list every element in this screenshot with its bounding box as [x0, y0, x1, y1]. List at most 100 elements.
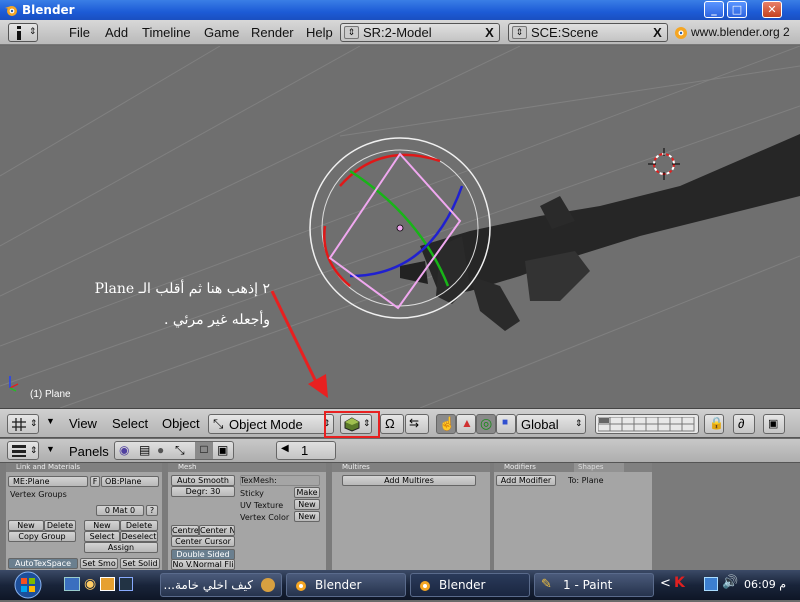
close-button[interactable]: ✕ [762, 1, 782, 18]
scene-dropdown-icon[interactable]: ⇕ [512, 26, 527, 39]
media-quicklaunch-icon[interactable] [119, 577, 133, 591]
chevron-updown-icon: ⇕ [30, 445, 38, 455]
lock-layers-button[interactable]: 🔒 [704, 414, 724, 434]
swap-arrows-icon: ⇆ [409, 416, 420, 430]
collapse-triangle-icon[interactable]: ▼ [46, 444, 55, 454]
set-solid-button[interactable]: Set Solid [120, 558, 160, 569]
no-vnormal-flip-toggle[interactable]: No V.Normal Fli [171, 559, 235, 570]
auto-smooth-toggle[interactable]: Auto Smooth [171, 475, 235, 486]
material-select-button[interactable]: Select [84, 531, 120, 542]
material-index-field[interactable]: 0 Mat 0 [96, 505, 144, 516]
manipulator-toggle[interactable]: ☝ [436, 414, 456, 434]
vgroup-delete-button[interactable]: Delete [44, 520, 76, 531]
task-forum-browser[interactable]: كيف اخلي خامة... [160, 573, 282, 597]
modifiers-tab[interactable]: Modifiers [494, 463, 652, 472]
center-cursor-button[interactable]: Center Cursor [171, 536, 235, 547]
viewport-editor-type-button[interactable]: ⇕ [7, 414, 39, 434]
screen-close-button[interactable]: X [482, 25, 497, 40]
buttons-panels-area: Link and Materials ME:Plane F OB:Plane V… [0, 463, 800, 570]
menu-object[interactable]: Object [162, 416, 200, 431]
translate-manipulator-button[interactable]: ▲ [456, 414, 476, 434]
material-delete-button[interactable]: Delete [120, 520, 158, 531]
menu-help[interactable]: Help [306, 25, 333, 40]
object-icon[interactable]: ⤡ [175, 443, 185, 458]
proportional-edit-button[interactable]: ⇆ [405, 414, 429, 434]
material-deselect-button[interactable]: Deselect [120, 531, 158, 542]
shading-icon[interactable]: ● [157, 443, 164, 457]
image-icon: ▣ [768, 418, 779, 430]
collapse-triangle-icon[interactable]: ▼ [46, 416, 55, 426]
scene-selector[interactable]: ⇕ SCE:Scene X [508, 23, 668, 42]
tray-expand-icon[interactable]: < [660, 576, 671, 591]
task-blender-2[interactable]: Blender [410, 573, 530, 597]
minimize-button[interactable]: _ [704, 1, 724, 18]
task-blender-1[interactable]: Blender [286, 573, 406, 597]
scene-close-button[interactable]: X [650, 25, 665, 40]
task-paint[interactable]: ✎ 1 - Paint [534, 573, 654, 597]
menu-render[interactable]: Render [251, 25, 294, 40]
menu-view[interactable]: View [69, 416, 97, 431]
show-desktop-icon[interactable] [64, 577, 80, 591]
buttons-editor-type-button[interactable]: ⇕ [7, 441, 39, 460]
window-title-bar: Blender _ □ ✕ [0, 0, 800, 20]
frame-counter[interactable]: ◀ 1 [276, 441, 336, 460]
fake-user-button[interactable]: F [90, 476, 100, 487]
material-query-button[interactable]: ? [146, 505, 158, 516]
material-new-button[interactable]: New [84, 520, 120, 531]
3d-viewport[interactable]: ٢ إذهب هنا ثم أقلب الـ Plane وأجعله غير … [0, 46, 800, 408]
menu-timeline[interactable]: Timeline [142, 25, 191, 40]
add-multires-button[interactable]: Add Multires [342, 475, 476, 486]
sticky-make-button[interactable]: Make [294, 487, 320, 498]
autotexspace-toggle[interactable]: AutoTexSpace [8, 558, 78, 569]
orientation-selector[interactable]: Global ⇕ [516, 414, 586, 434]
grid-icon [12, 418, 26, 431]
volume-tray-icon[interactable]: 🔊 [722, 575, 738, 590]
list-icon [12, 445, 26, 457]
layer-buttons[interactable] [595, 414, 699, 434]
texmesh-field[interactable] [240, 475, 320, 486]
script-icon[interactable]: ▤ [139, 443, 150, 457]
blender-quicklaunch-icon[interactable]: ◉ [84, 576, 96, 592]
object-name-field[interactable]: OB:Plane [101, 476, 159, 487]
pivot-selector[interactable]: Ω [380, 414, 404, 434]
draw-type-selector[interactable]: ⇕ [340, 414, 372, 434]
menu-game[interactable]: Game [204, 25, 239, 40]
mesh-name-field[interactable]: ME:Plane [8, 476, 88, 487]
render-preview-button[interactable]: ▣ [763, 414, 785, 434]
material-assign-button[interactable]: Assign [84, 542, 158, 553]
menu-file[interactable]: File [69, 25, 90, 40]
copy-group-button[interactable]: Copy Group [8, 531, 76, 542]
centre-button[interactable]: Centre [171, 525, 199, 536]
center-new-button[interactable]: Center Ne [199, 525, 235, 536]
screen-selector[interactable]: ⇕ SR:2-Model X [340, 23, 500, 42]
scale-manipulator-button[interactable]: ■ [496, 414, 516, 434]
uv-new-button[interactable]: New [294, 499, 320, 510]
shapes-tab[interactable]: Shapes [574, 463, 624, 472]
menu-add[interactable]: Add [105, 25, 128, 40]
blender-url[interactable]: www.blender.org 2 [691, 25, 790, 39]
opengl-render-button[interactable]: ∂ [733, 414, 755, 434]
folder-quicklaunch-icon[interactable] [100, 577, 115, 591]
start-button[interactable] [6, 571, 54, 599]
add-modifier-button[interactable]: Add Modifier [496, 475, 556, 486]
antivirus-tray-icon[interactable]: K [674, 575, 690, 593]
rotate-manipulator-button[interactable]: ◎ [476, 414, 496, 434]
screen-dropdown-icon[interactable]: ⇕ [344, 26, 359, 39]
vertex-color-new-button[interactable]: New [294, 511, 320, 522]
chevron-updown-icon: ⇕ [29, 26, 37, 36]
mode-selector[interactable]: ⤡ Object Mode ⇕ [208, 414, 334, 434]
vgroup-new-button[interactable]: New [8, 520, 44, 531]
layer-grid-icon [598, 417, 695, 432]
context-buttons[interactable]: ◉ ▤ ● ⤡ □ ▣ [114, 441, 234, 460]
maximize-button[interactable]: □ [727, 1, 747, 18]
scene-icon[interactable]: ▣ [217, 443, 228, 457]
network-tray-icon[interactable] [704, 577, 718, 591]
editor-type-button[interactable]: ⇕ [8, 23, 38, 42]
chevron-left-icon[interactable]: ◀ [281, 443, 289, 454]
clock[interactable]: 06:09 م [744, 578, 786, 591]
set-smooth-button[interactable]: Set Smo [80, 558, 118, 569]
menu-select[interactable]: Select [112, 416, 148, 431]
logic-icon[interactable]: ◉ [119, 443, 129, 457]
editing-icon[interactable]: □ [195, 442, 213, 459]
smooth-degree-field[interactable]: Degr: 30 [171, 486, 235, 497]
